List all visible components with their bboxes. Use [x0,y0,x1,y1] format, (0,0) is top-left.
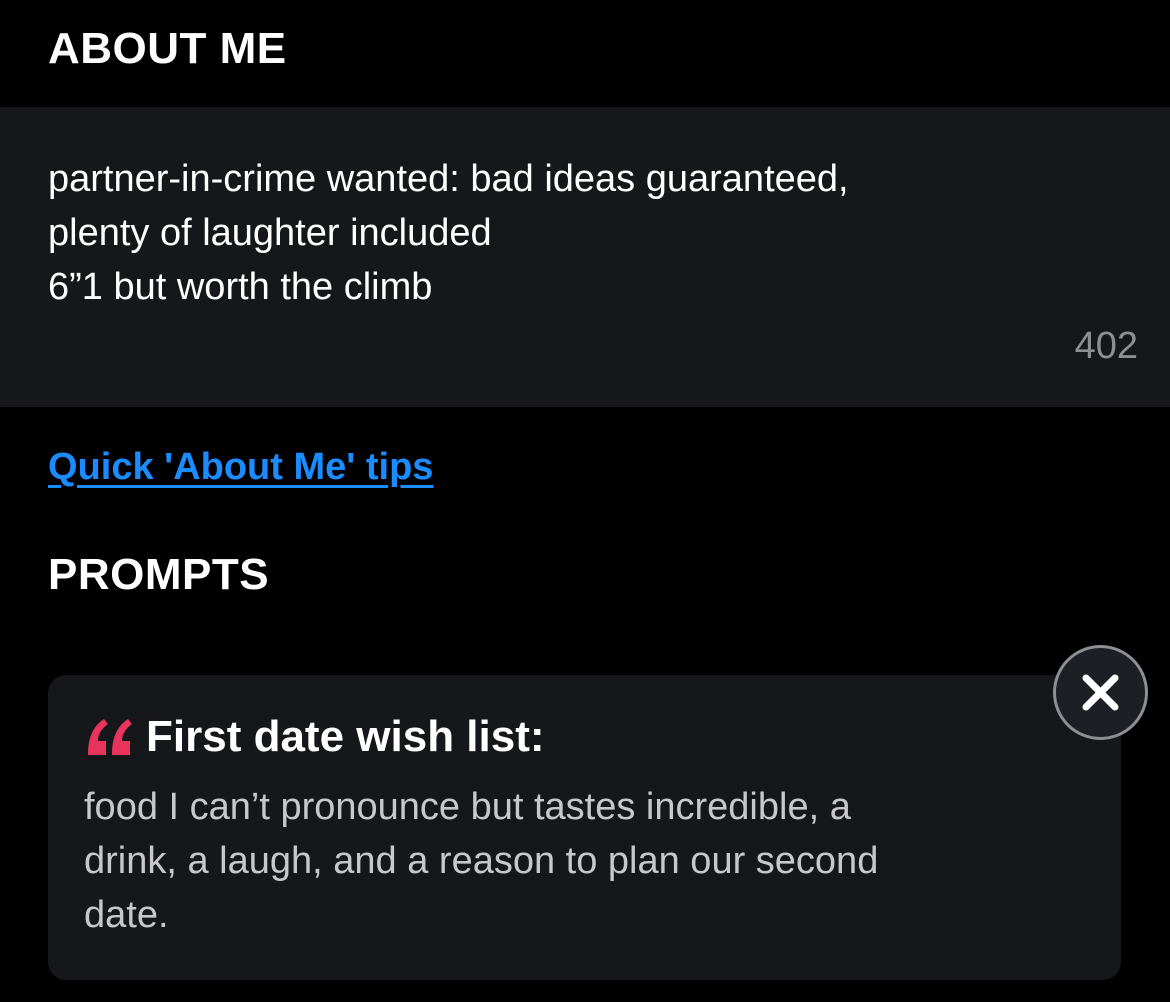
about-me-title: ABOUT ME [48,24,287,73]
prompt-answer-line: food I can’t pronounce but tastes incred… [84,786,851,828]
quote-icon [88,719,132,755]
close-icon [1082,674,1119,711]
prompt-question: First date wish list: [146,712,545,761]
about-me-line: 6”1 but worth the climb [48,266,433,308]
prompt-header: First date wish list: [84,712,545,762]
about-me-tips-link[interactable]: Quick 'About Me' tips [48,446,433,489]
prompts-title: PROMPTS [48,550,270,599]
remove-prompt-button[interactable] [1053,645,1148,740]
about-me-text[interactable]: partner-in-crime wanted: bad ideas guara… [48,152,1048,314]
about-me-line: partner-in-crime wanted: bad ideas guara… [48,158,849,200]
prompt-answer: food I can’t pronounce but tastes incred… [84,780,1094,942]
prompt-answer-line: date. [84,894,169,936]
character-count: 402 [1074,325,1138,367]
prompt-answer-line: drink, a laugh, and a reason to plan our… [84,840,879,882]
about-me-line: plenty of laughter included [48,212,492,254]
